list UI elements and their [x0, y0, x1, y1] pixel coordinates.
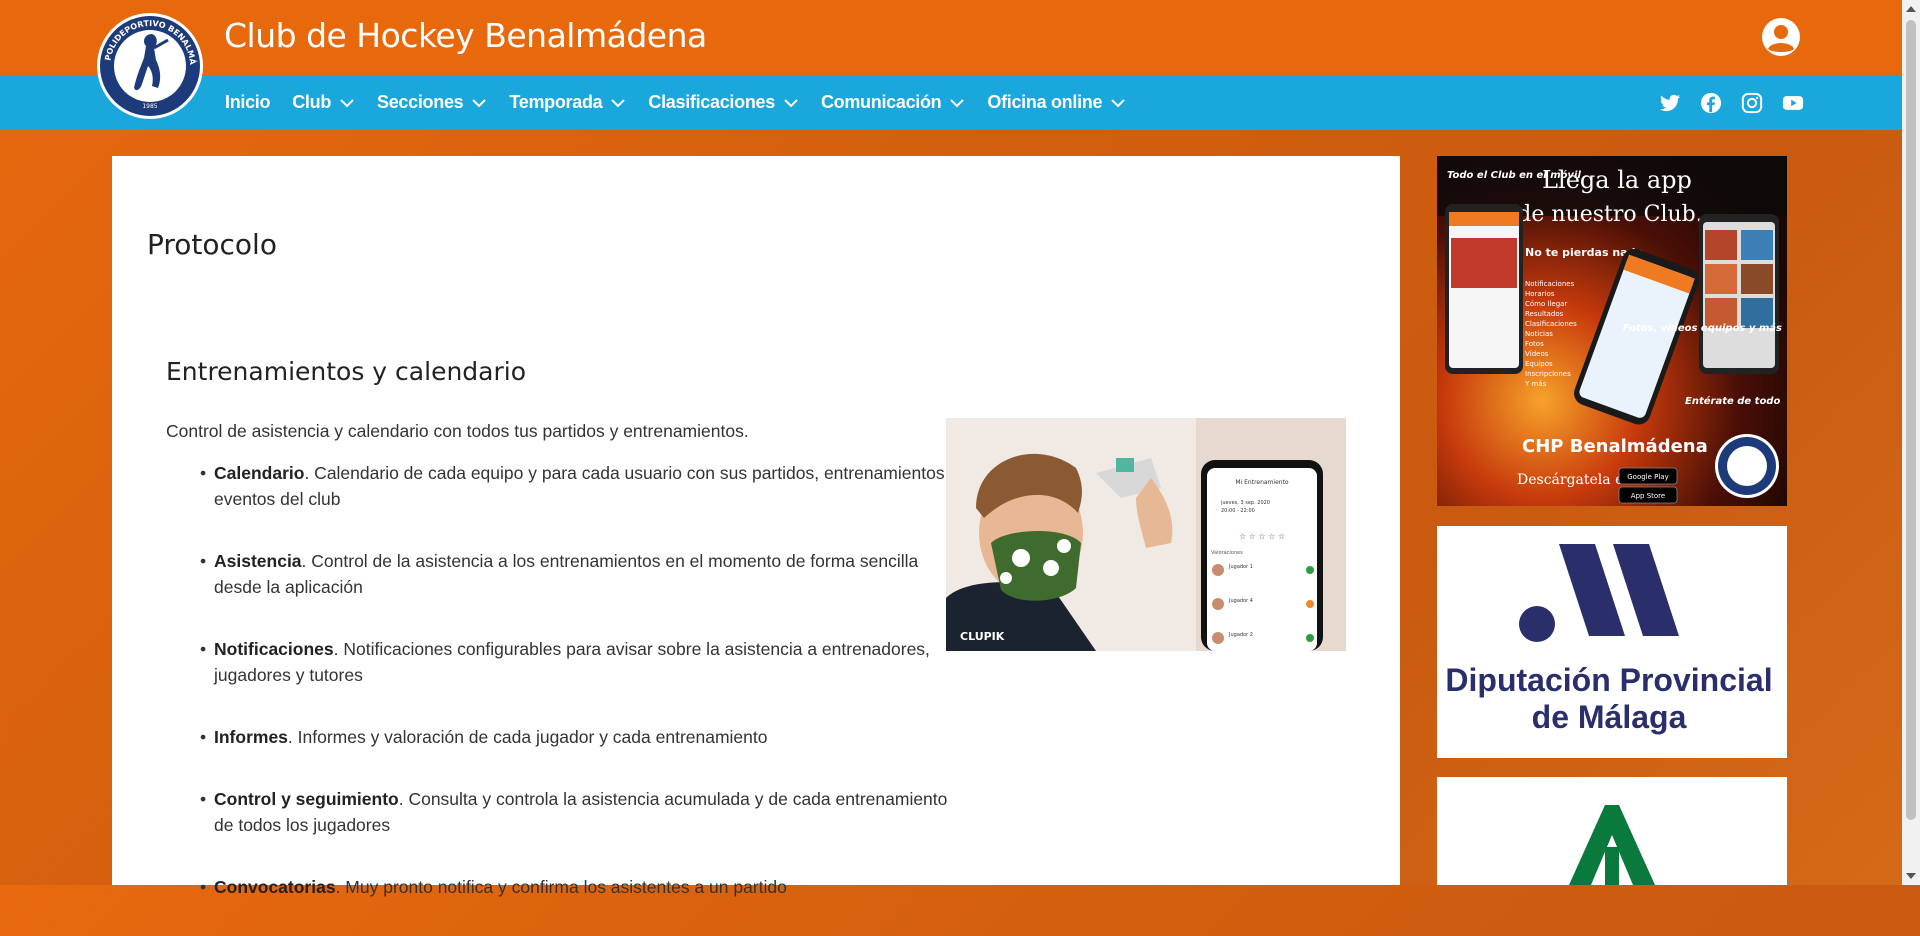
clupik-brand: CLUPIK — [960, 630, 1005, 643]
list-item: Calendario. Calendario de cada equipo y … — [200, 460, 960, 512]
banner-enterate: Entérate de todo — [1685, 395, 1780, 407]
chevron-down-icon — [340, 98, 354, 107]
list-item: Informes. Informes y valoración de cada … — [200, 724, 960, 750]
nav-item-secciones[interactable]: Secciones — [377, 92, 487, 113]
nav-item-temporada[interactable]: Temporada — [509, 92, 626, 113]
nav-label: Inicio — [225, 92, 271, 112]
phone-header: Mi Entrenamiento — [1235, 479, 1289, 486]
google-play-badge[interactable]: Google Play — [1627, 473, 1669, 481]
youtube-icon[interactable] — [1782, 92, 1804, 114]
chevron-down-icon — [472, 98, 487, 107]
diputacion-logo: Diputación Provincial de Málaga — [1445, 544, 1773, 735]
junta-andalucia-banner[interactable] — [1437, 777, 1787, 885]
feature-list: Calendario. Calendario de cada equipo y … — [200, 460, 960, 936]
list-item: Control y seguimiento. Consulta y contro… — [200, 786, 960, 838]
banner-headline-2: de nuestro Club... — [1517, 202, 1716, 227]
logo-year: 1985 — [142, 103, 157, 110]
feature-title: Asistencia — [214, 551, 302, 571]
nav-label: Temporada — [509, 92, 603, 112]
phone-time: 20:00 - 22:00 — [1221, 508, 1255, 514]
nav-label: Oficina online — [987, 92, 1103, 112]
vertical-scrollbar[interactable] — [1902, 0, 1920, 885]
site-header: Club de Hockey Benalmádena — [0, 0, 1902, 75]
app-store-badge[interactable]: App Store — [1631, 492, 1665, 500]
junta-logo — [1569, 805, 1655, 885]
list-item: Asistencia. Control de la asistencia a l… — [200, 548, 960, 600]
club-logo[interactable]: POLIDEPORTIVO BENALMÁDENA CLUB HOCKEY 19… — [96, 12, 204, 120]
svg-text:☆ ☆ ☆ ☆ ☆: ☆ ☆ ☆ ☆ ☆ — [1239, 532, 1285, 541]
list-item: Convocatorias. Muy pronto notifica y con… — [200, 874, 960, 900]
chevron-down-icon — [784, 98, 798, 107]
intro-text: Control de asistencia y calendario con t… — [166, 421, 749, 441]
site-title[interactable]: Club de Hockey Benalmádena — [224, 16, 707, 55]
chevron-down-icon — [1111, 98, 1125, 107]
diputacion-banner[interactable]: Diputación Provincial de Málaga — [1437, 526, 1787, 758]
hero-image: Mi Entrenamiento jueves, 3 sep. 2020 20:… — [946, 418, 1346, 651]
diputacion-line-2: de Málaga — [1532, 699, 1687, 735]
facebook-icon[interactable] — [1700, 92, 1722, 114]
twitter-icon[interactable] — [1659, 92, 1681, 114]
nav-label: Secciones — [377, 92, 464, 112]
social-links — [1659, 75, 1804, 130]
feature-text: . Muy pronto notifica y confirma los asi… — [335, 877, 787, 897]
main-navigation: Inicio Club Secciones Temporada Clasific… — [0, 75, 1902, 130]
nav-menu: Inicio Club Secciones Temporada Clasific… — [225, 75, 1148, 130]
feature-text: . Informes y valoración de cada jugador … — [287, 727, 768, 747]
feature-title: Control y seguimiento — [214, 789, 399, 809]
feature-title: Convocatorias — [214, 877, 336, 897]
diputacion-line-1: Diputación Provincial — [1445, 662, 1772, 698]
banner-club-name: CHP Benalmádena — [1522, 436, 1708, 457]
phone-date: jueves, 3 sep. 2020 — [1220, 500, 1270, 506]
nav-item-oficina-online[interactable]: Oficina online — [987, 92, 1126, 113]
nav-item-inicio[interactable]: Inicio — [225, 92, 271, 113]
nav-label: Club — [292, 92, 332, 112]
list-item: Notificaciones. Notificaciones configura… — [200, 636, 960, 688]
scrollbar-thumb[interactable] — [1906, 20, 1916, 820]
feature-text: . Calendario de cada equipo y para cada … — [214, 463, 959, 509]
nav-item-comunicacion[interactable]: Comunicación — [821, 92, 965, 113]
scroll-down-arrow-icon[interactable] — [1906, 873, 1916, 879]
phone-player: Jugador 2 — [1228, 632, 1253, 638]
feature-title: Calendario — [214, 463, 305, 483]
phone-section: Valoraciones — [1211, 550, 1243, 556]
nav-item-clasificaciones[interactable]: Clasificaciones — [648, 92, 799, 113]
feature-title: Informes — [214, 727, 288, 747]
user-account-icon[interactable] — [1761, 17, 1801, 57]
scroll-up-arrow-icon[interactable] — [1906, 6, 1916, 12]
app-promo-banner[interactable]: Todo el Club en el móvil Llega la app de… — [1437, 156, 1787, 506]
nav-label: Clasificaciones — [648, 92, 775, 112]
instagram-icon[interactable] — [1741, 92, 1763, 114]
feature-text: . Control de la asistencia a los entrena… — [214, 551, 919, 597]
nav-label: Comunicación — [820, 92, 942, 112]
phone-player: Jugador 4 — [1228, 598, 1253, 604]
feature-title: Notificaciones — [214, 639, 334, 659]
chevron-down-icon — [611, 98, 626, 107]
banner-fotos-note: Fotos, vídeos equipos y más — [1623, 322, 1782, 334]
page-title: Protocolo — [147, 228, 277, 261]
section-title: Entrenamientos y calendario — [166, 357, 526, 386]
phone-player: Jugador 1 — [1228, 564, 1253, 570]
banner-headline-1: Llega la app — [1542, 166, 1692, 194]
main-content-card: Protocolo Entrenamientos y calendario Co… — [112, 156, 1400, 900]
chevron-down-icon — [950, 98, 965, 107]
nav-item-club[interactable]: Club — [292, 92, 355, 113]
